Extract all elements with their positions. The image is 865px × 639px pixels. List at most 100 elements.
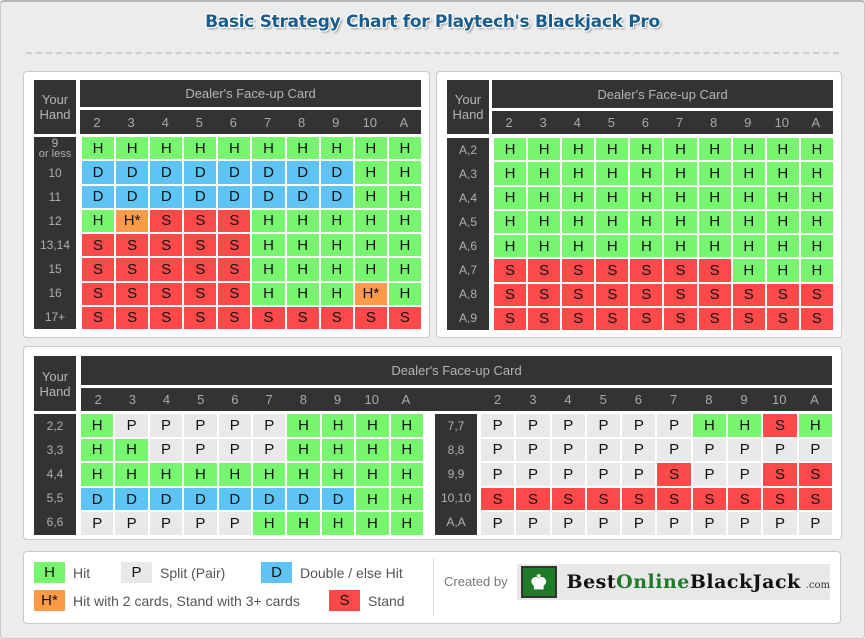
strategy-cell: H bbox=[252, 234, 285, 257]
strategy-cell: H bbox=[253, 512, 286, 535]
strategy-cell: D bbox=[184, 185, 217, 208]
strategy-cell: S bbox=[184, 258, 217, 281]
strategy-cell: S bbox=[184, 282, 217, 305]
strategy-cell: H bbox=[562, 186, 595, 209]
dealer-card-label: 4 bbox=[161, 114, 169, 130]
strategy-cell: S bbox=[82, 282, 115, 305]
strategy-cell: H bbox=[218, 463, 251, 486]
dealer-card-label: 7 bbox=[675, 115, 684, 130]
hand-label: A,3 bbox=[447, 162, 489, 186]
strategy-cell: S bbox=[150, 258, 183, 281]
strategy-cell: S bbox=[798, 463, 832, 486]
hand-label: 12 bbox=[34, 209, 76, 233]
hit-star-label: Hit with 2 cards, Stand with 3+ cards bbox=[73, 592, 300, 609]
strategy-cell: H bbox=[320, 282, 353, 305]
strategy-cell: H bbox=[596, 138, 629, 161]
strategy-cell: D bbox=[320, 161, 353, 184]
hand-label: 3,3 bbox=[34, 438, 76, 462]
strategy-cell: H bbox=[766, 259, 799, 282]
strategy-cell: H bbox=[287, 463, 320, 486]
site-logo[interactable]: ♚ BestOnlineBlackJack .com bbox=[517, 564, 830, 600]
hand-label-line: 6,6 bbox=[46, 515, 64, 530]
strategy-cell: P bbox=[149, 438, 183, 462]
strategy-cell: H bbox=[494, 186, 527, 209]
strategy-cell: S bbox=[150, 234, 183, 257]
strategy-cell: H bbox=[798, 414, 832, 437]
hand-label-line: 7,7 bbox=[447, 418, 465, 433]
hand-labels: A,2 A,3 A,4 A,5 A,6 A,7 A,8 A,9 bbox=[447, 138, 489, 330]
strategy-cell: H bbox=[732, 210, 765, 233]
strategy-cell: S bbox=[798, 487, 832, 511]
strategy-cell: P bbox=[184, 414, 217, 437]
strategy-cell: H bbox=[664, 186, 697, 209]
dealer-card-label: 3 bbox=[128, 392, 136, 407]
strategy-cell: H bbox=[698, 235, 731, 258]
strategy-cell: S bbox=[657, 463, 691, 486]
strategy-cell: H bbox=[766, 210, 799, 233]
hand-label: A,2 bbox=[447, 138, 489, 162]
strategy-cell: S bbox=[728, 487, 762, 511]
strategy-cell: D bbox=[218, 487, 251, 511]
dealer-card-label: 6 bbox=[641, 115, 650, 130]
strategy-cell: H bbox=[528, 186, 561, 209]
your-hand-header: Your Hand bbox=[34, 356, 76, 411]
strategy-cell: S bbox=[116, 306, 149, 329]
hand-label: 9 or less bbox=[34, 137, 76, 161]
created-by-label: Created by bbox=[444, 574, 508, 589]
strategy-cell: H bbox=[494, 162, 527, 185]
hand-label: 6,6 bbox=[34, 511, 76, 535]
strategy-cell: H bbox=[800, 162, 833, 185]
hand-label-line: A,A bbox=[446, 515, 466, 530]
hand-label: 5,5 bbox=[34, 487, 76, 511]
strategy-cell: P bbox=[586, 512, 621, 535]
your-hand-line1: Your bbox=[41, 368, 69, 384]
strategy-cell: H bbox=[388, 185, 421, 208]
logo-part-blackjack: BlackJack bbox=[689, 571, 801, 593]
strategy-cell: H bbox=[800, 186, 833, 209]
strategy-cell: D bbox=[320, 185, 353, 208]
strategy-cell: H bbox=[388, 234, 421, 257]
strategy-cell: H bbox=[692, 414, 727, 437]
strategy-cell: H bbox=[354, 234, 387, 257]
strategy-cell: H bbox=[287, 438, 320, 462]
strategy-cell: H bbox=[390, 414, 423, 437]
strategy-cell: P bbox=[798, 512, 832, 535]
dealer-cards-row: 2 3 4 5 6 7 8 9 10 A bbox=[80, 110, 421, 134]
strategy-cell: H bbox=[286, 137, 319, 160]
strategy-cell: S bbox=[516, 487, 550, 511]
your-hand-line2: Hand bbox=[39, 383, 71, 399]
strategy-cell: H bbox=[562, 138, 595, 161]
strategy-cell: H bbox=[356, 512, 389, 535]
hand-label-line: 17+ bbox=[44, 309, 66, 324]
strategy-cell: H bbox=[732, 138, 765, 161]
hand-label-line: 9,9 bbox=[447, 467, 465, 481]
strategy-cell: S bbox=[494, 307, 527, 330]
strategy-cell: D bbox=[150, 161, 183, 184]
strategy-cell: H bbox=[287, 512, 320, 535]
hand-label: 13,14 bbox=[34, 233, 76, 257]
strategy-cell: P bbox=[551, 414, 585, 437]
strategy-cell: H bbox=[698, 210, 731, 233]
strategy-cell: S bbox=[184, 306, 217, 329]
strategy-cell: P bbox=[763, 438, 797, 462]
double-label: Double / else Hit bbox=[300, 564, 403, 581]
strategy-cell: D bbox=[218, 185, 251, 208]
your-hand-line2: Hand bbox=[39, 107, 71, 122]
hand-label-line: A,7 bbox=[458, 262, 477, 277]
strategy-cell: P bbox=[586, 463, 621, 486]
hand-label-line: or less bbox=[38, 148, 72, 160]
dealer-card-label: 5 bbox=[599, 392, 607, 407]
strategy-cell: P bbox=[622, 438, 656, 462]
strategy-cell: H bbox=[698, 162, 731, 185]
strategy-cell: P bbox=[551, 438, 585, 462]
strategy-cell: H bbox=[287, 414, 320, 437]
strategy-cell: P bbox=[798, 438, 832, 462]
strategy-cell: H bbox=[354, 185, 387, 208]
strategy-cell: P bbox=[657, 414, 691, 437]
dealer-card-label: 10 bbox=[362, 114, 378, 130]
hand-label: 16 bbox=[34, 281, 76, 305]
hit-label: Hit bbox=[73, 564, 91, 581]
hand-label-line: 8,8 bbox=[447, 442, 465, 457]
strategy-cell: H bbox=[286, 234, 319, 257]
strategy-cell: D bbox=[82, 185, 115, 208]
